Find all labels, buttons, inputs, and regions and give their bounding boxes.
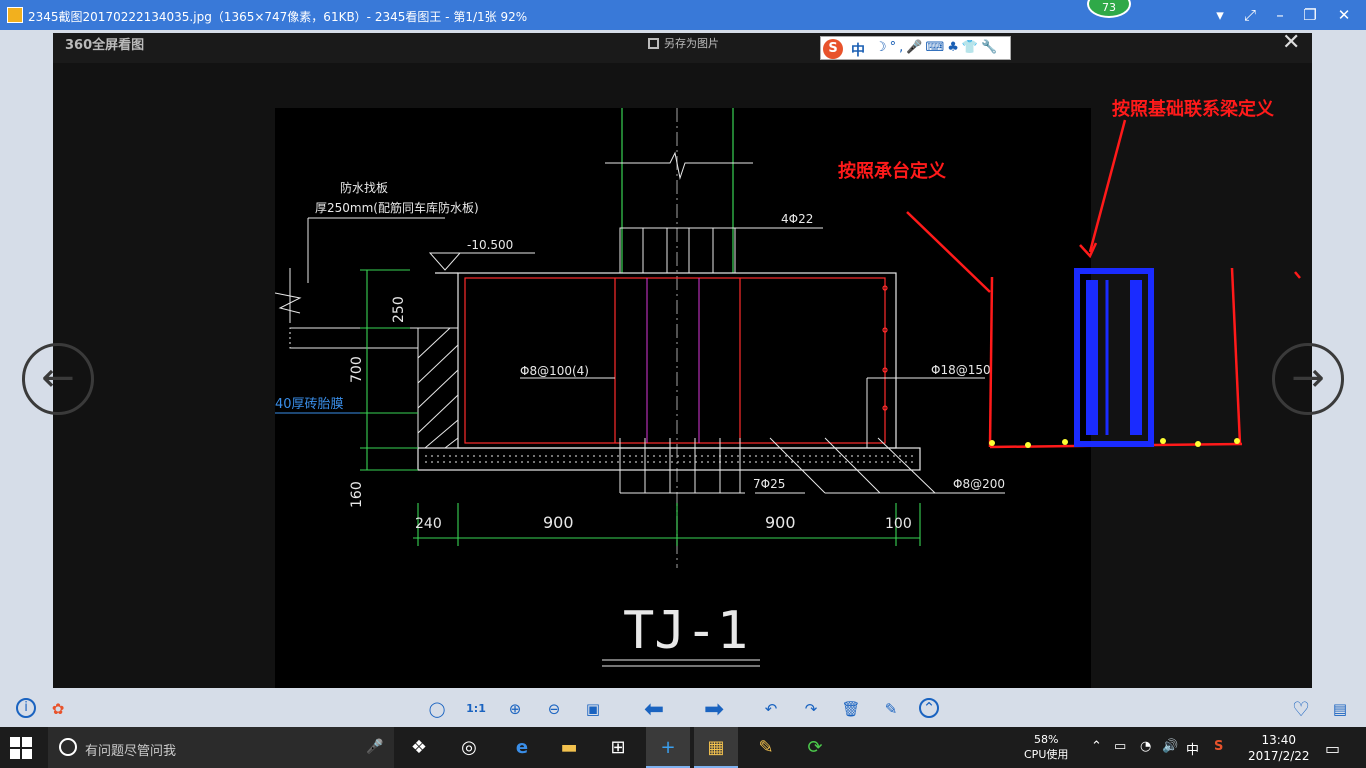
taskbar: 有问题尽管问我 🎤 ❖ ◎ e ▬ ⊞ + ▦ ✎ ⟳ 58% CPU使用 ⌃ … [0,727,1366,768]
rotate-left-icon[interactable]: ↶ [760,698,782,720]
taskbar-app-9[interactable]: ⟳ [793,727,837,768]
clock-date: 2017/2/22 [1248,749,1310,763]
taskbar-app-8[interactable]: ✎ [744,727,788,768]
taskbar-app-6[interactable]: + [646,727,690,768]
fit-window-icon[interactable]: ▣ [582,698,604,720]
rotate-right-icon[interactable]: ↷ [800,698,822,720]
viewer-toolbar: i ✿ ◯ 1:1 ⊕ ⊖ ▣ ⬅ ➡ ↶ ↷ 🗑 ✎ ⌃ ♡ ▤ [0,690,1366,727]
delete-icon[interactable]: 🗑 [840,698,862,720]
search-placeholder: 有问题尽管问我 [85,744,177,759]
edit-icon[interactable]: ✎ [880,698,902,720]
prev-arrow-icon[interactable]: ⬅ [638,697,670,721]
volume-icon[interactable]: 🔊 [1162,739,1178,754]
network-icon[interactable]: ◔ [1140,739,1151,754]
cpu-label: CPU使用 [1024,748,1069,761]
folder-icon[interactable]: ▤ [1329,698,1351,720]
gift-icon[interactable]: ✿ [47,698,69,720]
mic-icon[interactable]: 🎤 [366,739,383,755]
tray-expand-icon[interactable]: ⌃ [1091,739,1102,754]
ime-indicator[interactable]: 中 [1186,739,1199,758]
expand-icon[interactable]: ⌃ [919,698,939,718]
cpu-percent: 58% [1033,733,1059,746]
actual-size-button[interactable]: 1:1 [465,698,487,720]
sogou-tray-icon[interactable]: S [1214,739,1223,754]
edge-icon[interactable]: e [500,727,544,768]
mouse-mode-icon[interactable]: ◯ [426,698,448,720]
favorite-icon[interactable]: ♡ [1290,698,1312,720]
zoom-in-icon[interactable]: ⊕ [504,698,526,720]
cpu-usage: 58% CPU使用 [1024,732,1068,762]
clock[interactable]: 13:40 2017/2/22 [1248,732,1310,764]
image-viewer-app[interactable]: ▦ [694,727,738,768]
explorer-icon[interactable]: ▬ [547,727,591,768]
taskbar-app-2[interactable]: ◎ [447,727,491,768]
taskbar-app-1[interactable]: ❖ [397,727,441,768]
start-button[interactable] [10,737,32,759]
annotation-beam: 按照基础联系梁定义 [1112,99,1274,120]
info-icon[interactable]: i [16,698,36,718]
battery-icon[interactable]: ▭ [1114,739,1126,754]
notification-icon[interactable]: ▭ [1325,739,1340,758]
cortana-icon [59,738,77,756]
annotation-cap: 按照承台定义 [838,161,946,182]
search-box[interactable]: 有问题尽管问我 🎤 [48,727,394,768]
clock-time: 13:40 [1261,733,1297,747]
store-icon[interactable]: ⊞ [596,727,640,768]
next-arrow-icon[interactable]: ➡ [698,697,730,721]
zoom-out-icon[interactable]: ⊖ [543,698,565,720]
